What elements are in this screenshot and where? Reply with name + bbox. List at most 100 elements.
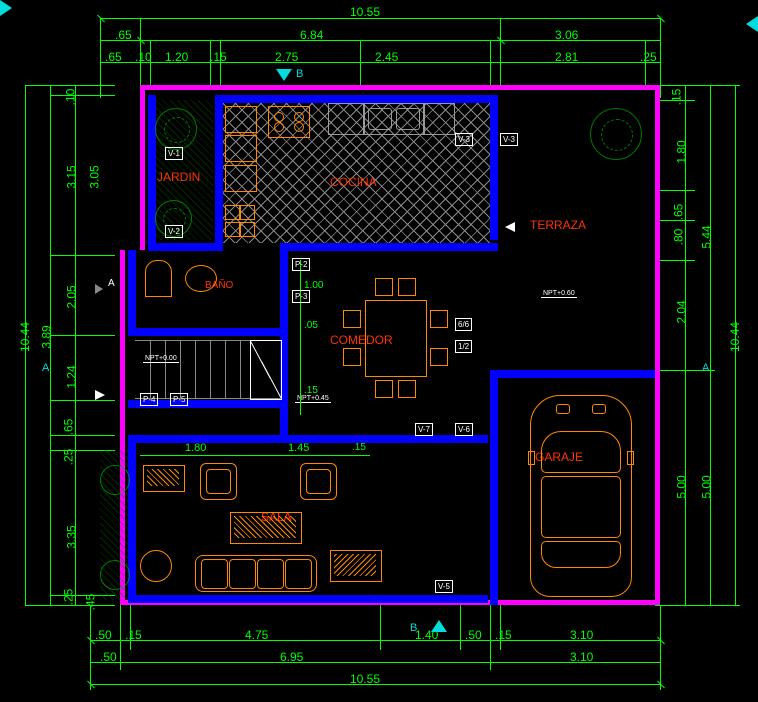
chair-8: [430, 348, 448, 366]
tag-12: 1/2: [455, 340, 472, 353]
level-npt060-1: NPT+0.60: [541, 290, 577, 298]
dim-ext-b7: [500, 605, 501, 650]
dim-left-seg10: .25: [61, 589, 75, 606]
dim-ext-b8: [660, 605, 661, 690]
section-label-a2: A: [702, 362, 709, 374]
dim-ext-l6: [50, 435, 115, 436]
dim-ext-b2: [120, 605, 121, 670]
dim-ext-v1: [100, 18, 101, 98]
tag-v5: V-5: [435, 580, 453, 593]
dim-top-sub4: .15: [210, 50, 227, 64]
wall-top-inner: [215, 95, 495, 103]
tag-v1: V-1: [165, 147, 183, 160]
outer-wall-top: [140, 85, 660, 90]
tag-p4: P-4: [140, 393, 158, 406]
dim-ext-v2: [140, 18, 141, 88]
section-arrow-b-top: [276, 69, 292, 81]
chair-2: [398, 278, 416, 296]
label-cocina: COCINA: [330, 175, 377, 189]
dim-bot-sub2: .15: [125, 628, 142, 642]
entrance-arrow: [95, 390, 105, 400]
dim-ext-v3: [150, 40, 151, 90]
dim-ext-v10: [660, 18, 661, 98]
dim-top-sub7: 2.45: [375, 50, 398, 64]
stove: [268, 106, 310, 138]
dim-top-sub10: .25: [640, 50, 657, 64]
dim-ext-b6: [490, 605, 491, 670]
dim-ext-r3: [655, 190, 695, 191]
chair-4: [398, 380, 416, 398]
dim-ext-l5: [50, 400, 115, 401]
floor-plan-drawing: 10.55 .65 6.84 3.06 .65 .10 1.20 .15 2.7…: [0, 0, 758, 702]
dim-right-overall: 10.44: [728, 322, 742, 352]
dim-ext-r7: [655, 605, 740, 606]
kitchen-furn-3: [225, 165, 257, 192]
dim-ext-v5: [220, 40, 221, 90]
dim-bot-overall: 10.55: [350, 672, 380, 686]
dim-ext-b3: [130, 605, 131, 650]
sink-bano: [185, 265, 217, 292]
section-label-a-side: A: [108, 278, 115, 289]
dining-table: [365, 300, 427, 377]
sofa-main: [195, 555, 317, 592]
car-outline: [530, 395, 632, 597]
dim-ext-b5: [460, 605, 461, 650]
wall-kitchen-left: [215, 95, 223, 250]
dim-bot-sub1: .50: [95, 628, 112, 642]
dim-int-3: .15: [304, 385, 318, 396]
tag-p2: P-2: [292, 258, 310, 271]
fridge: [423, 103, 455, 135]
tag-v2: V-2: [165, 225, 183, 238]
dim-left-seg2: 3.15: [65, 165, 79, 188]
kitchen-small-4: [240, 222, 255, 237]
dim-int-v: [300, 260, 301, 415]
chair-6: [343, 348, 361, 366]
dim-ext-v9: [645, 40, 646, 90]
armchair-1: [200, 463, 237, 500]
dim-top-seg3: 3.06: [555, 28, 578, 42]
dim-int-4: 1.80: [185, 442, 206, 454]
tag-v6: V-6: [455, 423, 473, 436]
outer-wall-left-high: [140, 85, 145, 250]
dim-ext-l3: [50, 255, 115, 256]
dim-bot-seg1: .50: [100, 650, 117, 664]
tv-unit: [143, 465, 185, 492]
tag-v7: V-7: [415, 423, 433, 436]
kitchen-small-1: [225, 205, 240, 220]
dim-top-sub9: 2.81: [555, 50, 578, 64]
dim-ext-l4: [50, 335, 115, 336]
dim-left-seg5: 3.89: [40, 325, 54, 348]
counter-1: [328, 103, 365, 135]
dim-left-seg8: .25: [61, 449, 75, 466]
toilet: [145, 260, 172, 297]
dim-ext-b4: [380, 605, 381, 650]
tag-p3: P-3: [292, 290, 310, 303]
stairs: [135, 340, 280, 398]
wall-jardin-bottom: [148, 243, 223, 251]
kitchen-furn-1: [225, 106, 257, 133]
dim-int-6: .15: [352, 442, 366, 453]
dim-right-seg8: 5.00: [675, 475, 689, 498]
dim-top-seg1: .65: [115, 28, 132, 42]
section-label-b2: B: [296, 68, 303, 80]
dim-bot-sub5: .50: [465, 628, 482, 642]
kitchen-furn-2: [225, 135, 257, 162]
dim-ext-r2: [655, 100, 695, 101]
wall-bano-left: [128, 250, 136, 335]
tag-v3a: V-3: [455, 133, 473, 146]
chair-5: [343, 310, 361, 328]
kitchen-small-3: [225, 222, 240, 237]
wall-sala-bottom: [128, 595, 488, 603]
arrow-a-small: [95, 284, 103, 294]
dim-bot-seg3: 3.10: [570, 650, 593, 664]
wall-bano-bottom: [128, 328, 288, 336]
coffee-table: [230, 512, 302, 544]
dim-left-seg1: .10: [63, 89, 77, 106]
armchair-2: [300, 463, 337, 500]
dim-right-seg7: 5.00: [700, 475, 714, 498]
dim-ext-v6: [360, 40, 361, 90]
dim-ext-l2: [50, 95, 115, 96]
dim-line-right-row2: [710, 85, 711, 605]
dim-bot-sub7: 3.10: [570, 628, 593, 642]
tag-v3b: V-3: [500, 133, 518, 146]
